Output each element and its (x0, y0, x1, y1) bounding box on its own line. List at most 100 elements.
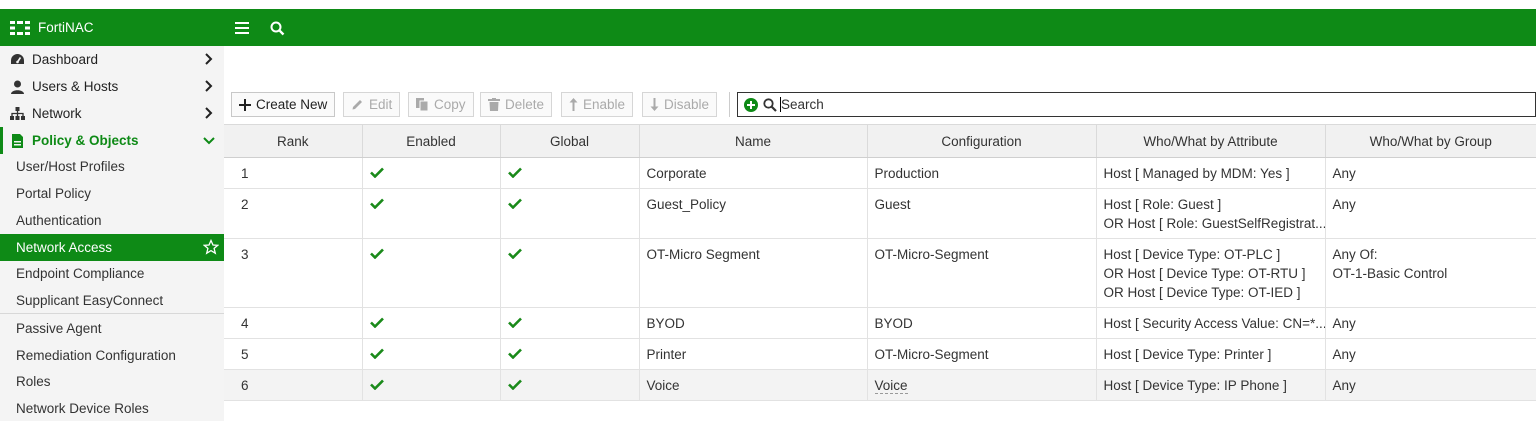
column-header-attribute[interactable]: Who/What by Attribute (1096, 124, 1326, 158)
cell-rank: 2 (224, 188, 363, 239)
check-icon (507, 248, 522, 259)
arrow-down-icon (650, 98, 659, 111)
star-favorite-icon[interactable] (203, 239, 219, 255)
attribute-line: OR Host [ Device Type: OT-RTU ] (1103, 266, 1306, 281)
table-row[interactable]: 2 Guest_Policy Guest Host [ Role: Guest ] OR… (224, 188, 1536, 239)
sidebar-item-network[interactable]: Network (0, 100, 224, 127)
cell-name: Corporate (639, 157, 868, 189)
hamburger-menu-icon[interactable] (232, 18, 252, 38)
add-filter-icon[interactable] (744, 97, 758, 112)
configuration-link[interactable]: Production (875, 166, 940, 181)
search-input[interactable] (781, 97, 1481, 112)
search-icon[interactable] (267, 18, 287, 38)
cell-name: Guest_Policy (639, 188, 868, 239)
copy-button[interactable]: Copy (408, 92, 474, 117)
search-box[interactable] (737, 92, 1536, 117)
sidebar-subitem-supplicant-easyconnect[interactable]: Supplicant EasyConnect (0, 287, 224, 314)
check-icon (369, 379, 384, 390)
column-header-name[interactable]: Name (639, 124, 868, 158)
sidebar-item-label: Dashboard (32, 52, 99, 67)
cell-enabled (362, 157, 501, 189)
disable-button[interactable]: Disable (642, 92, 718, 117)
sidebar-item-policy-objects[interactable]: Policy & Objects (0, 127, 224, 154)
copy-icon (416, 98, 429, 111)
cell-enabled (362, 307, 501, 339)
edit-button[interactable]: Edit (343, 92, 401, 117)
configuration-link[interactable]: OT-Micro-Segment (875, 247, 989, 262)
chevron-right-icon (205, 107, 213, 119)
check-icon (507, 198, 522, 209)
cell-configuration: Guest (867, 188, 1097, 239)
cell-configuration: Production (867, 157, 1097, 189)
sidebar-subitem-network-access[interactable]: Network Access (0, 234, 224, 261)
check-icon (507, 317, 522, 328)
configuration-link[interactable]: Voice (874, 378, 908, 394)
create-new-button[interactable]: Create New (231, 92, 336, 117)
trash-icon (488, 98, 500, 111)
sidebar-item-users-hosts[interactable]: Users & Hosts (0, 73, 224, 100)
cell-name: Printer (639, 338, 868, 370)
cell-group: Any (1325, 157, 1536, 189)
cell-global (500, 238, 640, 308)
table-row[interactable]: 3 OT-Micro Segment OT-Micro-Segment Host [ … (224, 238, 1536, 308)
chevron-right-icon (205, 53, 213, 65)
pencil-icon (352, 100, 362, 110)
delete-button[interactable]: Delete (480, 92, 553, 117)
sidebar-subitem-user-host-profiles[interactable]: User/Host Profiles (0, 153, 224, 180)
cell-group: Any (1325, 307, 1536, 339)
configuration-link[interactable]: OT-Micro-Segment (875, 347, 989, 362)
cell-enabled (362, 338, 501, 370)
cell-name: BYOD (639, 307, 868, 339)
cell-attribute: Host [ Device Type: Printer ] (1096, 338, 1326, 370)
cell-name: OT-Micro Segment (639, 238, 868, 308)
column-header-rank[interactable]: Rank (224, 124, 363, 158)
cell-enabled (362, 369, 501, 401)
column-header-configuration[interactable]: Configuration (867, 124, 1097, 158)
table-row[interactable]: 6 Voice Voice Host [ Device Type: IP Phone … (224, 369, 1536, 401)
cell-group: Any (1325, 369, 1536, 401)
attribute-line: Host [ Managed by MDM: Yes ] (1103, 166, 1290, 181)
sidebar-subitem-remediation-configuration[interactable]: Remediation Configuration (0, 342, 224, 369)
sidebar-subitem-authentication[interactable]: Authentication (0, 207, 224, 234)
table-row[interactable]: 1 Corporate Production Host [ Managed by MD… (224, 157, 1536, 189)
column-header-enabled[interactable]: Enabled (362, 124, 501, 158)
group-line: Any (1332, 316, 1356, 331)
table-row[interactable]: 5 Printer OT-Micro-Segment Host [ Device Ty… (224, 338, 1536, 370)
attribute-line: Host [ Device Type: OT-PLC ] (1103, 247, 1281, 262)
sidebar-subitem-network-device-roles[interactable]: Network Device Roles (0, 395, 224, 421)
sidebar-item-label: Policy & Objects (32, 133, 139, 148)
group-line: Any (1332, 347, 1356, 362)
group-line: Any (1332, 378, 1356, 393)
configuration-link[interactable]: BYOD (875, 316, 913, 331)
chevron-right-icon (205, 80, 213, 92)
chevron-down-icon (203, 137, 215, 145)
cell-attribute: Host [ Role: Guest ] OR Host [ Role: Gues… (1096, 188, 1326, 239)
sidebar-subitem-roles[interactable]: Roles (0, 368, 224, 395)
cell-attribute: Host [ Managed by MDM: Yes ] (1096, 157, 1326, 189)
fortinet-logo-icon (10, 20, 30, 35)
cell-configuration: Voice (867, 369, 1097, 401)
attribute-line: OR Host [ Device Type: OT-IED ] (1103, 285, 1301, 300)
sidebar-subitem-passive-agent[interactable]: Passive Agent (0, 315, 224, 342)
check-icon (369, 348, 384, 359)
sidebar-subitem-portal-policy[interactable]: Portal Policy (0, 180, 224, 207)
cell-rank: 6 (224, 369, 363, 401)
column-header-global[interactable]: Global (500, 124, 640, 158)
cell-attribute: Host [ Device Type: OT-PLC ] OR Host [ De… (1096, 238, 1326, 308)
cell-attribute: Host [ Security Access Value: CN=*... (1096, 307, 1326, 339)
sidebar-item-dashboard[interactable]: Dashboard (0, 46, 224, 73)
sidebar-subitem-endpoint-compliance[interactable]: Endpoint Compliance (0, 260, 224, 287)
group-line: OT-1-Basic Control (1332, 266, 1448, 281)
configuration-link[interactable]: Guest (875, 197, 911, 212)
table-row[interactable]: 4 BYOD BYOD Host [ Security Access Value: C… (224, 307, 1536, 339)
arrow-up-icon (569, 98, 578, 111)
sidebar-item-label: Users & Hosts (32, 79, 119, 94)
cell-configuration: BYOD (867, 307, 1097, 339)
brand[interactable]: FortiNAC (0, 9, 224, 46)
check-icon (369, 317, 384, 328)
search-icon (763, 97, 777, 112)
enable-button[interactable]: Enable (561, 92, 634, 117)
user-icon (9, 79, 25, 95)
column-header-group[interactable]: Who/What by Group (1325, 124, 1536, 158)
check-icon (507, 348, 522, 359)
